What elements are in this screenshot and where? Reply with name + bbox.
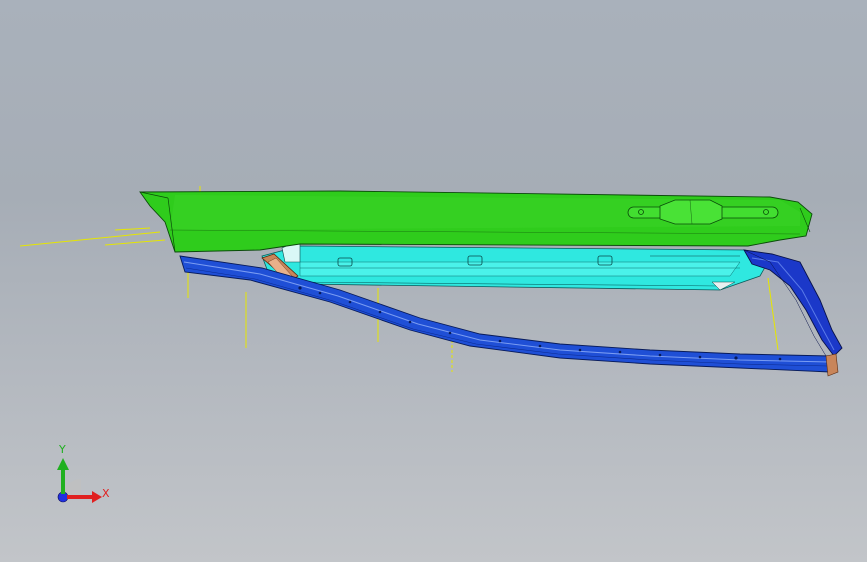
x-axis-label: X xyxy=(102,487,110,500)
rear-end-cap[interactable] xyxy=(743,249,843,357)
3d-viewport[interactable] xyxy=(0,0,867,562)
inner-door-panel[interactable] xyxy=(261,239,769,291)
coordinate-triad: Y X xyxy=(57,443,110,503)
y-axis-label: Y xyxy=(58,443,66,456)
outer-door-panel[interactable] xyxy=(139,190,813,253)
